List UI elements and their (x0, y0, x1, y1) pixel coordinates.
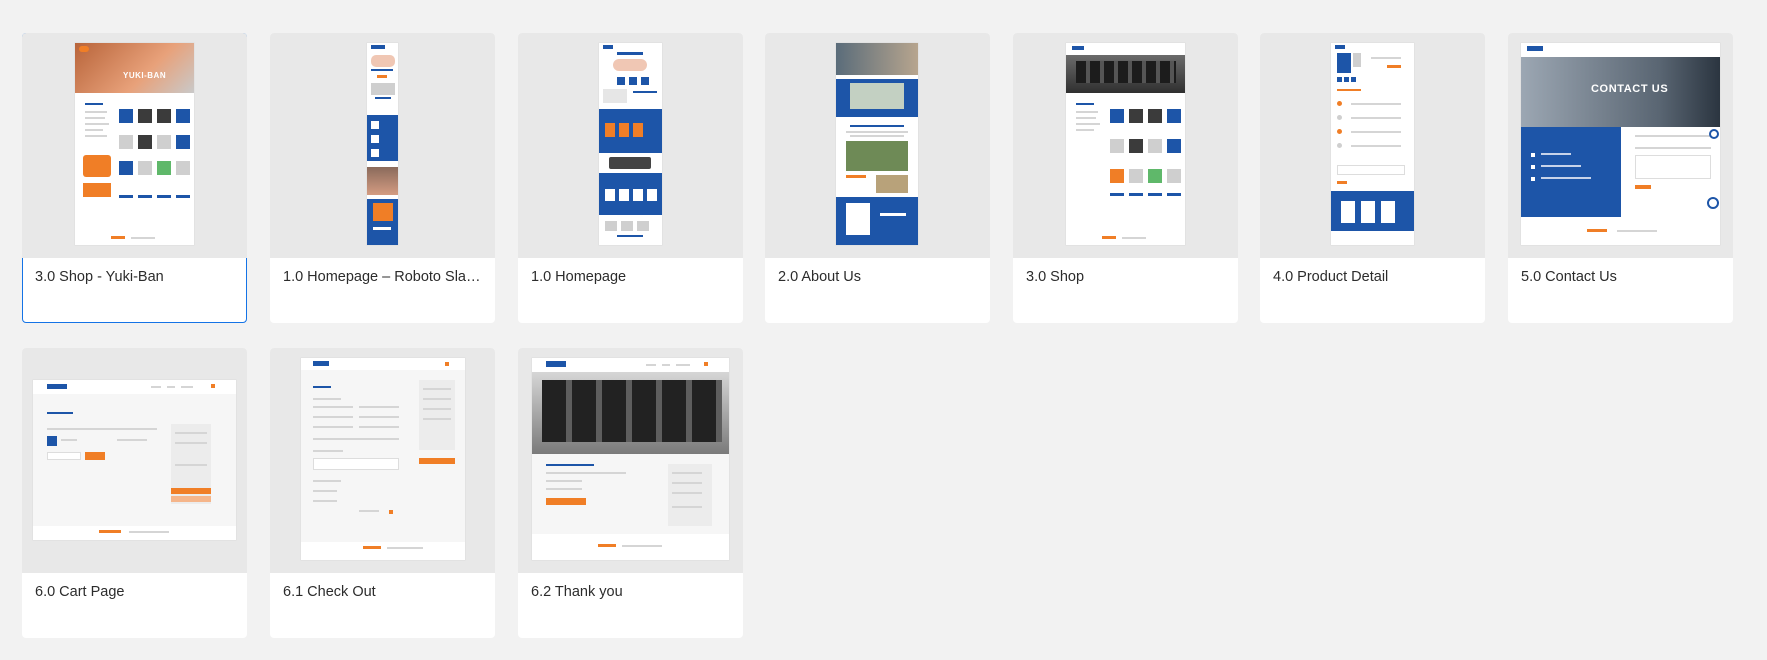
artboard-label: 5.0 Contact Us (1521, 269, 1617, 285)
artboard-card-shop-yuki-ban[interactable]: YUKI-BAN 3.0 Shop - Yuki-Ban (22, 33, 247, 323)
artboard-label: 6.2 Thank you (531, 584, 623, 600)
artboard-thumbnail (22, 348, 247, 573)
artboard-grid: YUKI-BAN 3.0 Shop - Yuki-Ban 1.0 Homepag… (0, 0, 1767, 660)
artboard-label: 6.1 Check Out (283, 584, 376, 600)
artboard-label: 4.0 Product Detail (1273, 269, 1389, 285)
artboard-thumbnail (518, 348, 743, 573)
artboard-thumbnail (270, 33, 495, 258)
artboard-label: 1.0 Homepage – Roboto Slab... (283, 269, 483, 285)
thumb-hero-title: YUKI-BAN (123, 71, 167, 80)
artboard-card-product-detail[interactable]: 4.0 Product Detail (1260, 33, 1485, 323)
artboard-thumbnail (1013, 33, 1238, 258)
artboard-card-homepage[interactable]: 1.0 Homepage (518, 33, 743, 323)
artboard-card-contact-us[interactable]: CONTACT US 5.0 Contact Us (1508, 33, 1733, 323)
artboard-label: 1.0 Homepage (531, 269, 627, 285)
artboard-label: 3.0 Shop - Yuki-Ban (35, 269, 164, 285)
artboard-thumbnail (518, 33, 743, 258)
artboard-thumbnail (765, 33, 990, 258)
artboard-card-homepage-roboto-slab[interactable]: 1.0 Homepage – Roboto Slab... (270, 33, 495, 323)
artboard-thumbnail (270, 348, 495, 573)
artboard-card-cart-page[interactable]: 6.0 Cart Page (22, 348, 247, 638)
artboard-card-thank-you[interactable]: 6.2 Thank you (518, 348, 743, 638)
artboard-thumbnail: YUKI-BAN (22, 33, 247, 258)
artboard-label: 6.0 Cart Page (35, 584, 125, 600)
artboard-thumbnail (1260, 33, 1485, 258)
artboard-card-check-out[interactable]: 6.1 Check Out (270, 348, 495, 638)
artboard-card-about-us[interactable]: 2.0 About Us (765, 33, 990, 323)
artboard-label: 3.0 Shop (1026, 269, 1085, 285)
thumb-hero-title: CONTACT US (1591, 83, 1669, 95)
artboard-label: 2.0 About Us (778, 269, 862, 285)
artboard-card-shop[interactable]: 3.0 Shop (1013, 33, 1238, 323)
artboard-thumbnail: CONTACT US (1508, 33, 1733, 258)
